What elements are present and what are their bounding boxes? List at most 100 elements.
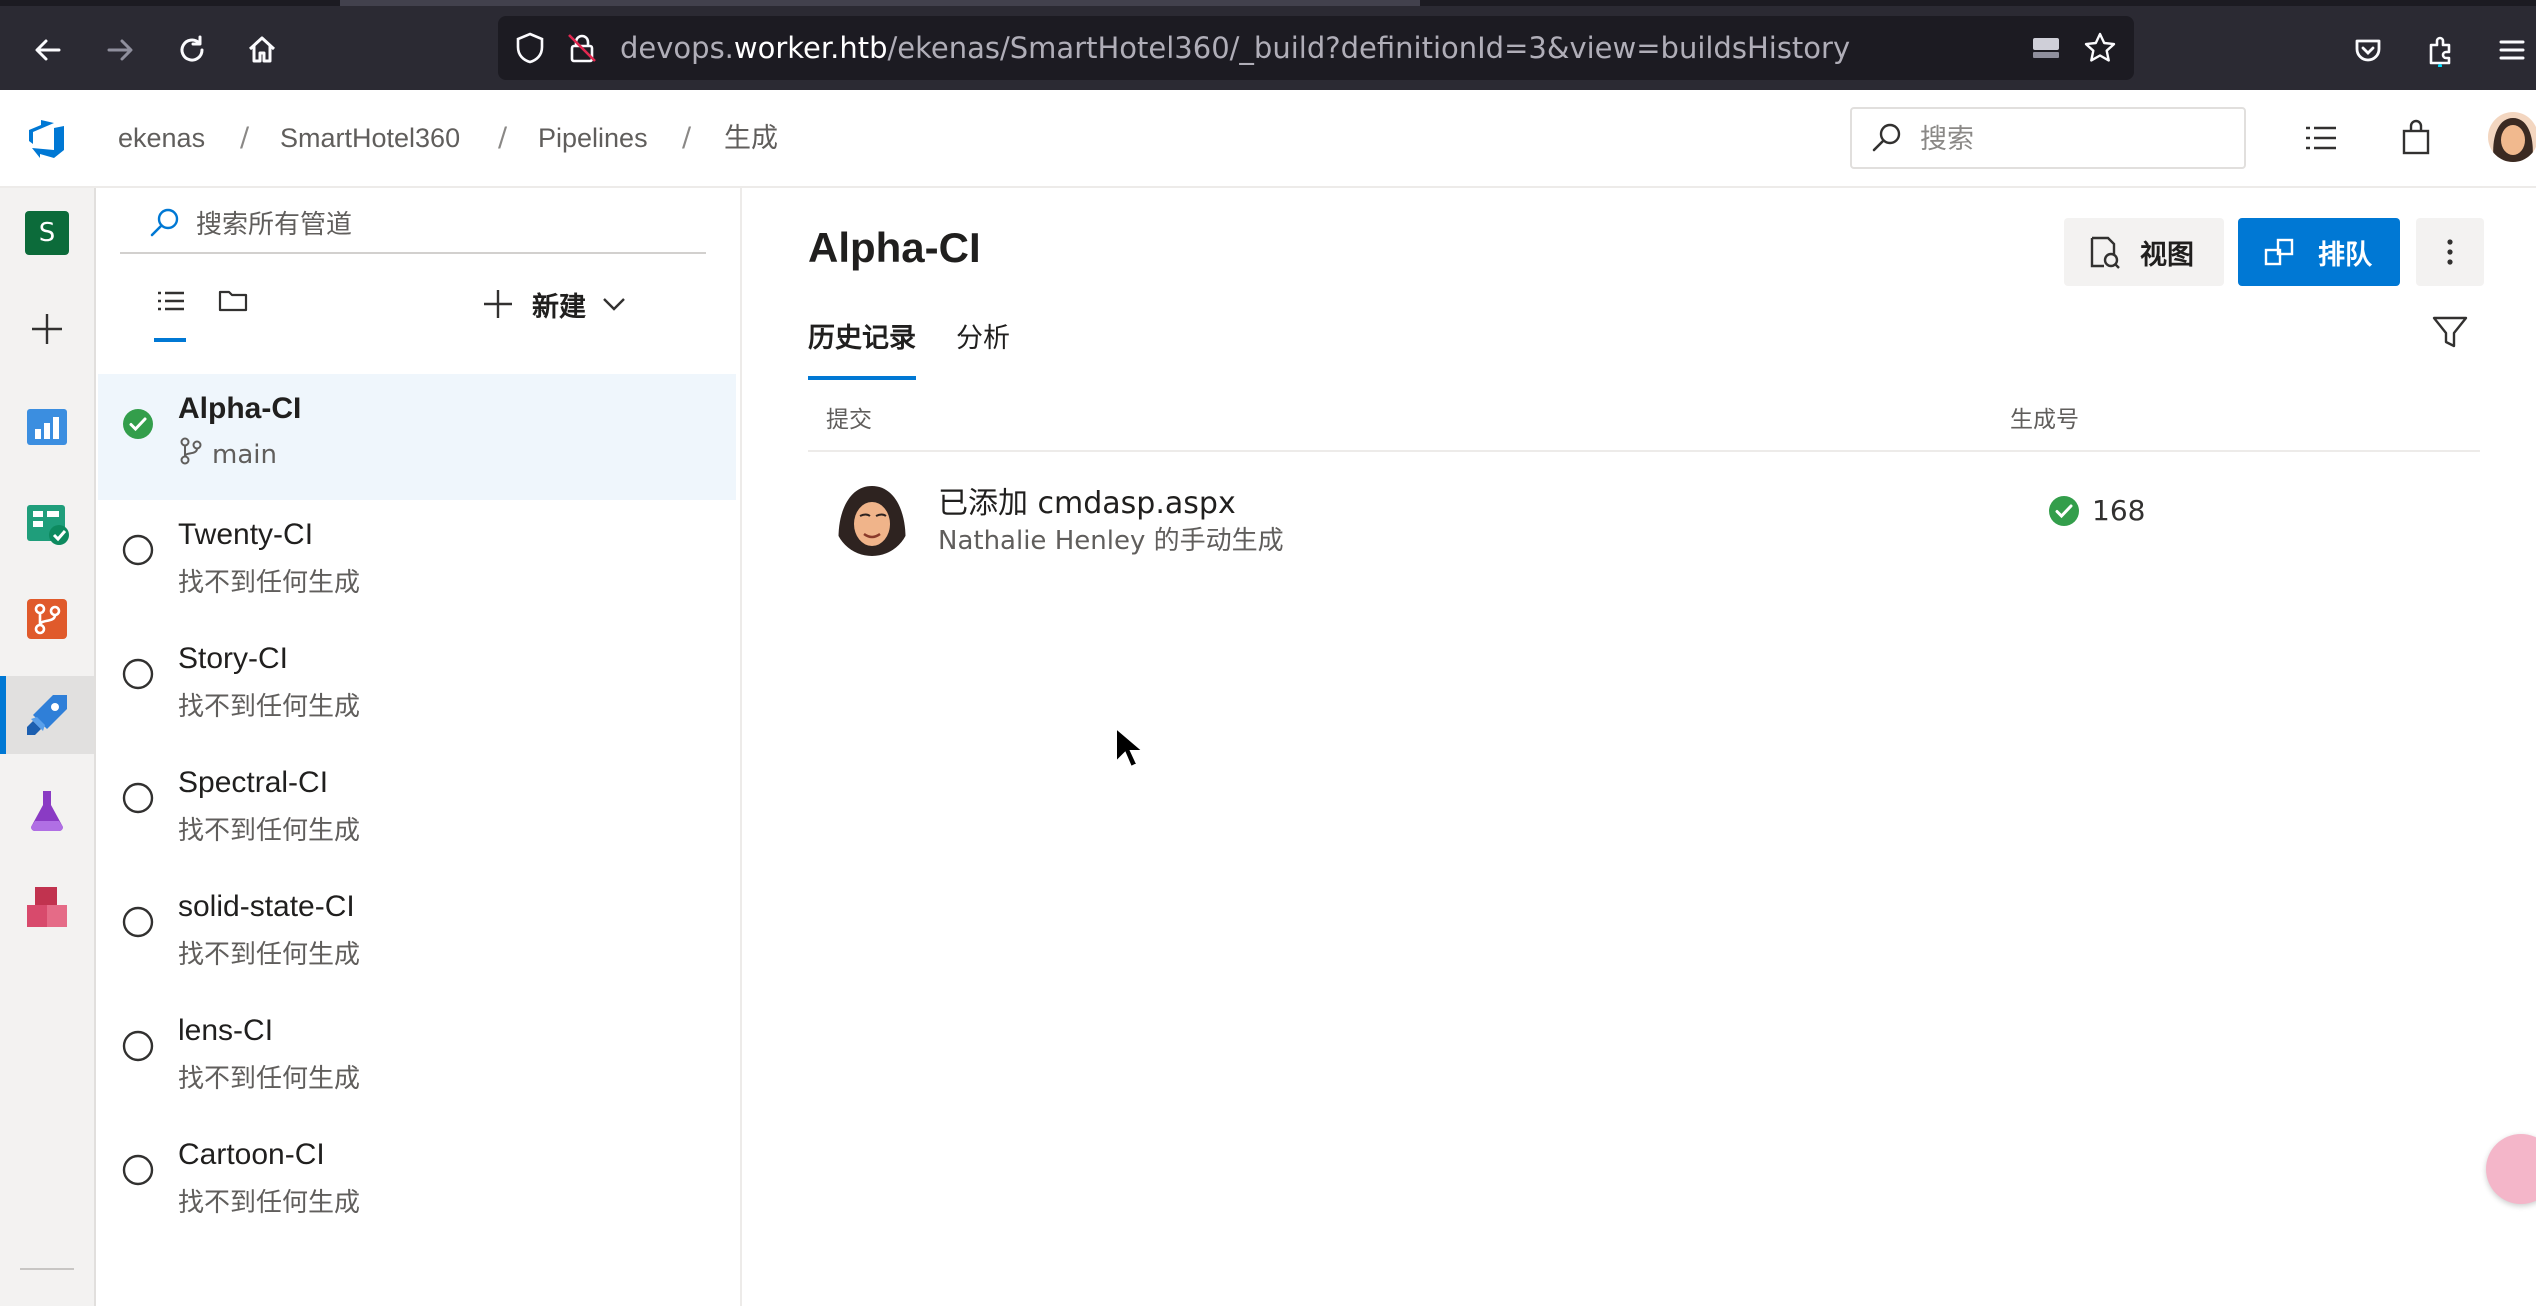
column-header-commit: 提交 [826,407,872,433]
pipeline-name: Spectral-CI [178,766,329,799]
run-title[interactable]: 已添加 cmdasp.aspx [938,478,1236,522]
bookmark-star-icon[interactable] [2082,30,2118,66]
tab-analytics[interactable]: 分析 [956,316,1010,374]
tab-history[interactable]: 历史记录 [808,316,916,380]
task-list-icon[interactable] [2300,118,2340,162]
pipeline-item[interactable]: Story-CI 找不到任何生成 [98,624,736,748]
mouse-cursor-icon [1114,725,1146,774]
new-pipeline-button[interactable]: 新建 [480,276,690,332]
not-run-status-icon [122,782,154,814]
pipeline-search[interactable] [120,198,706,254]
pipeline-name: Twenty-CI [178,518,314,551]
artifacts-icon[interactable] [0,868,94,946]
queue-icon [2264,238,2294,266]
back-icon[interactable] [22,24,74,76]
add-icon[interactable] [0,290,94,368]
not-run-status-icon [122,534,154,566]
table-row[interactable]: 已添加 cmdasp.aspx Nathalie Henley 的手动生成 16… [808,454,2480,584]
pipelines-icon[interactable] [0,676,94,754]
add-icon [484,290,512,318]
pipeline-name: solid-state-CI [178,890,355,923]
pipelines-panel: 新建 Alpha-CI main Twenty-CI 找不到任何生成 Story-CI 找… [96,188,742,1306]
view-button[interactable]: 视图 [2064,218,2224,286]
browser-toolbar: devops.worker.htb/ekenas/SmartHotel360/_… [0,0,2536,90]
pipeline-item[interactable]: solid-state-CI 找不到任何生成 [98,872,736,996]
boards-icon[interactable] [0,484,94,562]
pipeline-item[interactable]: Spectral-CI 找不到任何生成 [98,748,736,872]
pipeline-item[interactable]: Cartoon-CI 找不到任何生成 [98,1120,736,1244]
pipeline-subtitle: 找不到任何生成 [178,568,361,598]
folder-view-icon[interactable] [216,284,252,320]
reload-icon[interactable] [166,24,218,76]
column-header-build-number: 生成号 [2010,407,2079,433]
run-subtitle: Nathalie Henley 的手动生成 [938,526,1284,556]
success-check-icon [122,408,154,440]
reader-view-icon[interactable] [2028,30,2064,66]
not-run-status-icon [122,1154,154,1186]
view-icon [2090,236,2120,269]
pipeline-subtitle: 找不到任何生成 [178,816,361,846]
pipeline-subtitle: main [178,436,277,473]
filter-icon[interactable] [2430,312,2470,356]
pipeline-name: Story-CI [178,642,289,675]
branch-icon [178,436,204,473]
author-avatar [834,480,910,556]
not-run-status-icon [122,658,154,690]
pipeline-subtitle: 找不到任何生成 [178,940,361,970]
user-avatar[interactable] [2488,112,2536,162]
pipeline-name: Cartoon-CI [178,1138,325,1171]
more-vertical-icon [2447,239,2453,265]
pipeline-item[interactable]: Alpha-CI main [98,374,736,500]
marketplace-bag-icon[interactable] [2396,118,2436,162]
url-text[interactable]: devops.worker.htb/ekenas/SmartHotel360/_… [620,16,1850,80]
breadcrumb-org[interactable]: ekenas [118,90,205,186]
list-view-indicator [154,338,186,342]
page-title: Alpha-CI [808,224,981,271]
search-input[interactable] [1918,119,2222,159]
url-path: /ekenas/SmartHotel360/_build?definitionI… [887,31,1851,65]
pipeline-name: Alpha-CI [178,392,302,425]
pipeline-item[interactable]: Twenty-CI 找不到任何生成 [98,500,736,624]
test-plans-icon[interactable] [0,772,94,850]
search-icon [148,206,182,244]
azure-devops-logo-icon[interactable] [24,116,70,162]
pipeline-subtitle: 找不到任何生成 [178,1064,361,1094]
table-header-divider [808,450,2480,452]
address-bar[interactable]: devops.worker.htb/ekenas/SmartHotel360/_… [498,16,2134,80]
new-pipeline-label: 新建 [532,291,586,323]
queue-button[interactable]: 排队 [2238,218,2400,286]
forward-icon[interactable] [94,24,146,76]
list-view-toggle[interactable] [154,284,190,344]
breadcrumb-pipelines[interactable]: Pipelines [538,90,648,186]
chevron-down-icon [603,298,625,311]
breadcrumb-project[interactable]: SmartHotel360 [280,90,460,186]
success-check-icon [2049,495,2079,526]
url-prefix: devops. [620,31,734,65]
queue-button-label: 排队 [2318,239,2372,271]
app-menu-icon[interactable] [2486,24,2536,76]
project-avatar[interactable]: S [0,194,94,272]
pipeline-subtitle: 找不到任何生成 [178,1188,361,1218]
breadcrumb-builds[interactable]: 生成 [724,90,778,186]
header-search[interactable] [1850,107,2246,169]
shield-icon[interactable] [512,30,548,66]
repos-icon[interactable] [0,580,94,658]
pipeline-name: lens-CI [178,1014,274,1047]
project-avatar-letter: S [25,211,69,255]
branch-name: main [212,439,277,470]
overview-icon[interactable] [0,388,94,466]
rail-divider [20,1268,74,1270]
pocket-icon[interactable] [2342,24,2394,76]
insecure-lock-icon[interactable] [564,30,600,66]
pipeline-item[interactable]: lens-CI 找不到任何生成 [98,996,736,1120]
url-host: worker.htb [733,31,888,65]
build-number: 168 [2048,494,2145,527]
pipeline-search-input[interactable] [194,204,678,246]
extensions-icon[interactable] [2414,24,2466,76]
more-actions-button[interactable] [2416,218,2484,286]
left-nav-rail: S [0,188,96,1306]
home-icon[interactable] [236,24,288,76]
search-icon [1870,121,1904,159]
tab-strip [0,0,2536,6]
pipeline-subtitle: 找不到任何生成 [178,692,361,722]
